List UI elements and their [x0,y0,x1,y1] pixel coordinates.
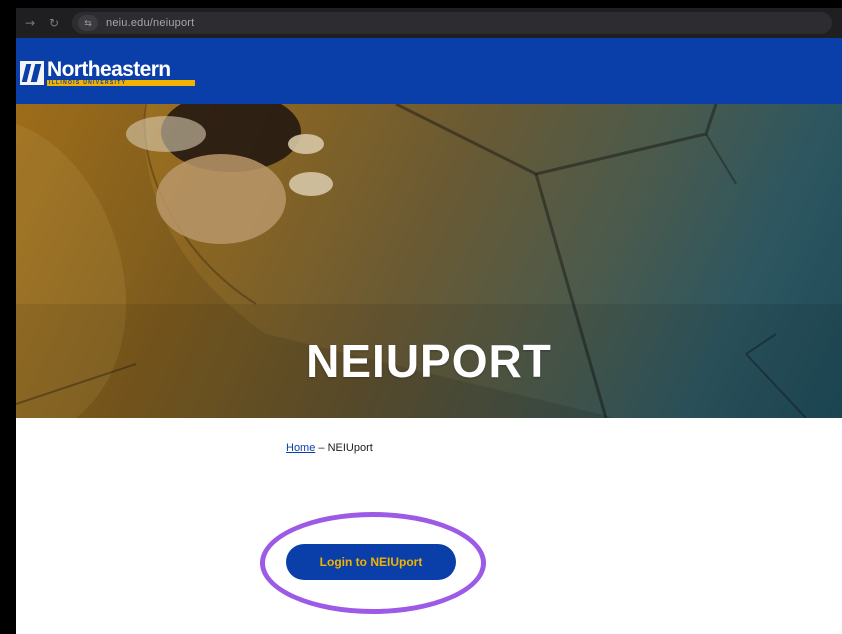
site-header: Northeastern ILLINOIS UNIVERSITY [16,38,842,104]
highlight-circle-annotation [260,512,486,614]
back-arrow-icon[interactable]: → [18,16,42,30]
browser-viewport: → ↻ ⇆ neiu.edu/neiuport Northeastern ILL… [16,8,842,634]
address-bar[interactable]: ⇆ neiu.edu/neiuport [72,12,832,34]
hero-banner: NEIUPORT [16,104,842,418]
url-text: neiu.edu/neiuport [106,17,195,29]
breadcrumb: Home – NEIUport [286,442,373,454]
breadcrumb-current: NEIUport [327,442,373,454]
page-hero-title: NEIUPORT [306,335,552,387]
logo-name: Northeastern [47,58,171,81]
logo-subtitle: ILLINOIS UNIVERSITY [47,80,195,86]
reload-icon[interactable]: ↻ [42,16,66,30]
northeastern-logo[interactable]: Northeastern ILLINOIS UNIVERSITY [20,58,195,86]
logo-n-icon [20,61,44,85]
logo-wordmark: Northeastern ILLINOIS UNIVERSITY [47,58,195,86]
breadcrumb-separator: – [315,442,328,454]
breadcrumb-home-link[interactable]: Home [286,442,315,454]
browser-toolbar: → ↻ ⇆ neiu.edu/neiuport [16,8,842,38]
site-info-icon[interactable]: ⇆ [78,15,98,31]
